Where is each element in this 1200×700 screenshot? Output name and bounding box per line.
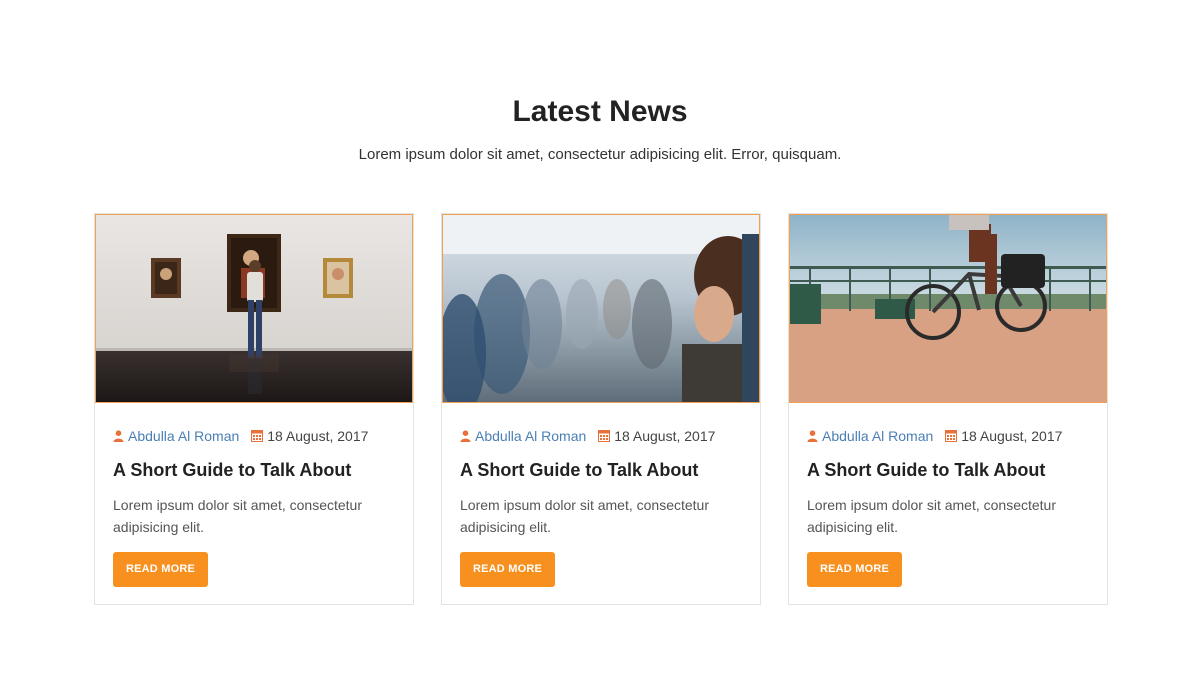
author-link[interactable]: Abdulla Al Roman [822, 428, 933, 444]
post-meta: Abdulla Al Roman 18 August, 2017 [460, 426, 742, 446]
post-title[interactable]: A Short Guide to Talk About [460, 458, 742, 482]
calendar-icon [598, 427, 611, 447]
post-meta: Abdulla Al Roman 18 August, 2017 [113, 426, 395, 446]
post-title[interactable]: A Short Guide to Talk About [113, 458, 395, 482]
post-excerpt: Lorem ipsum dolor sit amet, consectetur … [460, 497, 709, 535]
calendar-icon [251, 427, 264, 447]
section-title: Latest News [512, 95, 688, 128]
news-card-body: Abdulla Al Roman 18 August, 2017 A Short… [113, 404, 395, 587]
news-card-body: Abdulla Al Roman 18 August, 2017 A Short… [807, 404, 1089, 587]
post-meta: Abdulla Al Roman 18 August, 2017 [807, 426, 1089, 446]
post-title[interactable]: A Short Guide to Talk About [807, 458, 1089, 482]
news-card: Abdulla Al Roman 18 August, 2017 A Short… [94, 213, 414, 605]
news-card-body: Abdulla Al Roman 18 August, 2017 A Short… [460, 404, 742, 587]
section-subtitle: Lorem ipsum dolor sit amet, consectetur … [358, 146, 842, 163]
post-date: 18 August, 2017 [614, 428, 716, 444]
calendar-icon [945, 427, 958, 447]
post-date: 18 August, 2017 [961, 428, 1063, 444]
read-more-button[interactable]: READ MORE [807, 552, 902, 587]
read-more-button[interactable]: READ MORE [460, 552, 555, 587]
news-card-list: Abdulla Al Roman 18 August, 2017 A Short… [94, 213, 1108, 605]
post-excerpt: Lorem ipsum dolor sit amet, consectetur … [113, 497, 362, 535]
user-icon [113, 427, 124, 447]
user-icon [460, 427, 471, 447]
news-card: Abdulla Al Roman 18 August, 2017 A Short… [788, 213, 1108, 605]
cyclist-photo[interactable] [789, 214, 1107, 403]
latest-news-section: Latest News Lorem ipsum dolor sit amet, … [0, 0, 1200, 700]
user-icon [807, 427, 818, 447]
airplane-cabin-photo[interactable] [442, 214, 760, 403]
art-gallery-photo[interactable] [95, 214, 413, 403]
read-more-button[interactable]: READ MORE [113, 552, 208, 587]
author-link[interactable]: Abdulla Al Roman [475, 428, 586, 444]
author-link[interactable]: Abdulla Al Roman [128, 428, 239, 444]
news-card: Abdulla Al Roman 18 August, 2017 A Short… [441, 213, 761, 605]
post-excerpt: Lorem ipsum dolor sit amet, consectetur … [807, 497, 1056, 535]
post-date: 18 August, 2017 [267, 428, 369, 444]
